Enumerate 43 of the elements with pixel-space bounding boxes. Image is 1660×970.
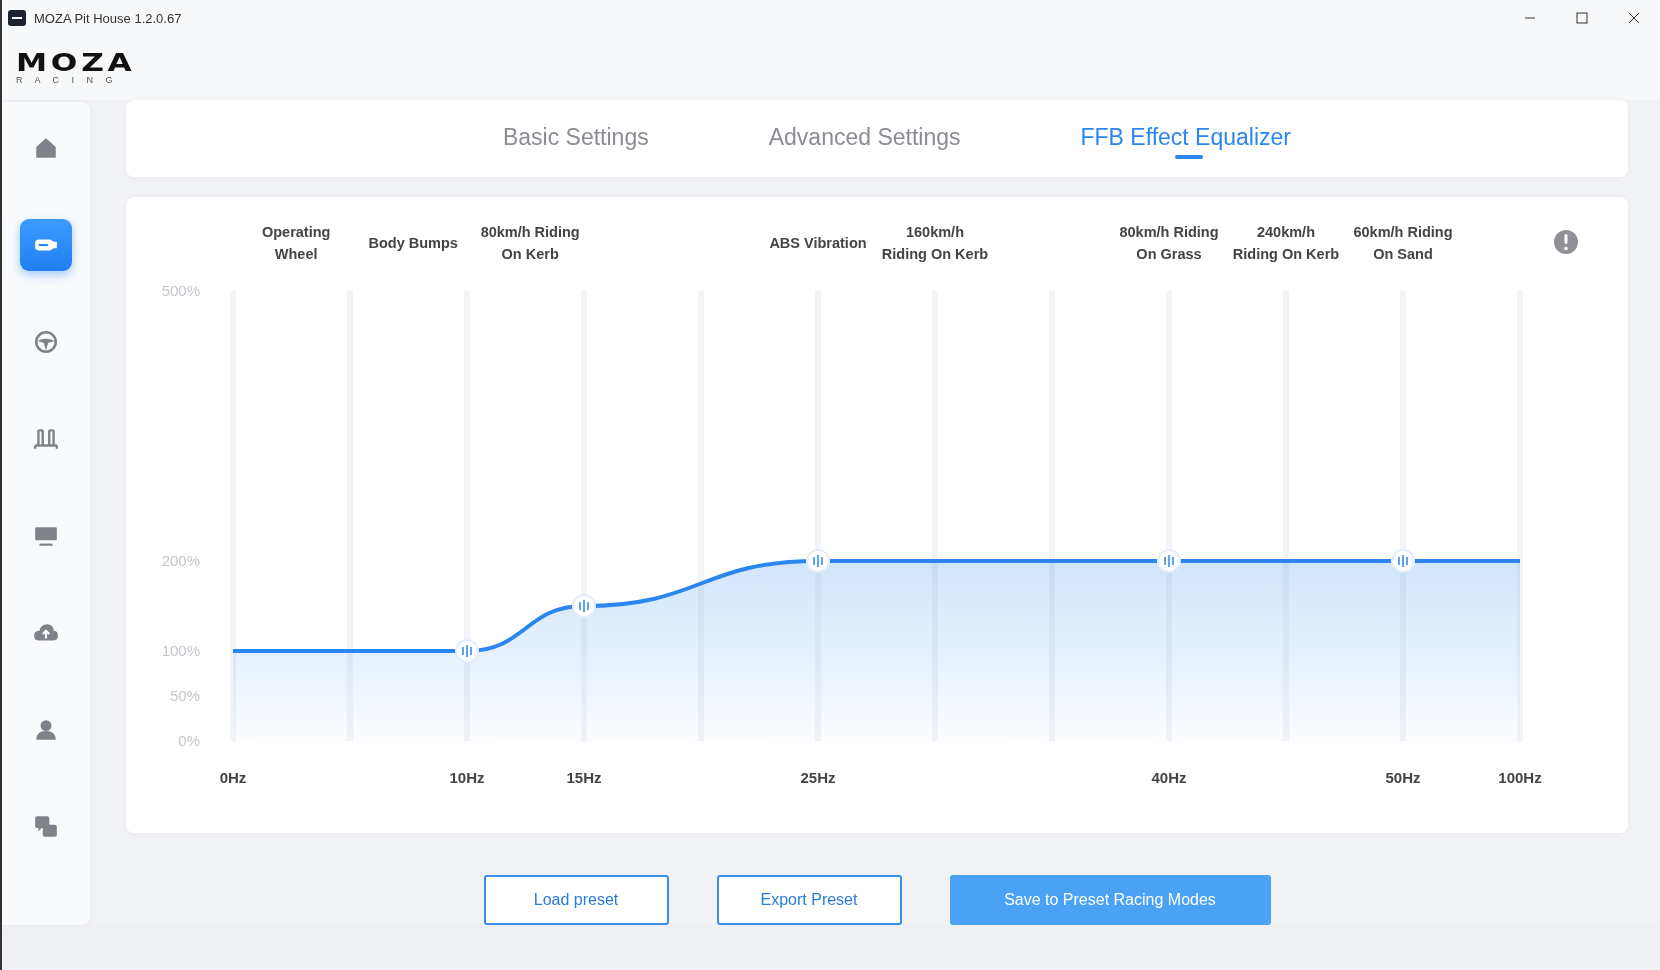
slider-handle[interactable] bbox=[455, 639, 479, 663]
preset-button[interactable]: Load preset bbox=[483, 875, 669, 925]
info-icon[interactable] bbox=[1554, 230, 1578, 254]
app-icon bbox=[8, 10, 26, 26]
save-button[interactable]: Save to Preset Racing Modes bbox=[949, 875, 1271, 925]
logo-wordmark: MOZA bbox=[16, 50, 136, 76]
x-axis-label: 40Hz bbox=[1151, 769, 1187, 786]
tab[interactable]: Advanced Settings bbox=[768, 116, 961, 161]
y-axis-label: 0% bbox=[178, 732, 200, 749]
band-label: Body Bumps bbox=[368, 235, 458, 251]
x-axis-label: 10Hz bbox=[449, 769, 485, 786]
y-axis-label: 500% bbox=[161, 282, 200, 299]
band-label: 240km/h Riding On Kerb bbox=[1232, 224, 1340, 262]
slider-handle[interactable] bbox=[1391, 549, 1415, 573]
band-label: 160km/h Riding On Kerb bbox=[881, 224, 989, 262]
y-axis-label: 50% bbox=[169, 687, 200, 704]
pedals-icon bbox=[33, 426, 59, 452]
maximize-icon bbox=[1576, 12, 1588, 24]
x-axis-label: 25Hz bbox=[800, 769, 836, 786]
slider-handle[interactable] bbox=[1157, 549, 1181, 573]
steering-wheel-icon bbox=[33, 329, 59, 355]
x-axis-label: 100Hz bbox=[1498, 769, 1542, 786]
x-axis-label: 15Hz bbox=[566, 769, 602, 786]
band-label: Operating Wheel bbox=[261, 224, 331, 262]
slider-handle[interactable] bbox=[806, 549, 830, 573]
user-icon bbox=[33, 717, 59, 743]
band-label: 80km/h Riding On Grass bbox=[1119, 224, 1219, 262]
chat-icon bbox=[33, 814, 59, 840]
close-icon bbox=[1628, 12, 1640, 24]
x-axis-label: 50Hz bbox=[1385, 769, 1421, 786]
slider-handle[interactable] bbox=[572, 594, 596, 618]
preset-button[interactable]: Export Preset bbox=[716, 875, 902, 925]
sidebar-item[interactable] bbox=[20, 219, 72, 271]
y-axis-label: 100% bbox=[161, 642, 200, 659]
band-label: ABS Vibration bbox=[769, 235, 867, 251]
tab[interactable]: FFB Effect Equalizer bbox=[1080, 116, 1291, 161]
window-title: MOZA Pit House 1.2.0.67 bbox=[34, 10, 183, 26]
x-axis-label: 0Hz bbox=[219, 769, 247, 786]
band-label: 80km/h Riding On Kerb bbox=[480, 224, 580, 262]
band-label: 60km/h Riding On Sand bbox=[1353, 224, 1453, 262]
logo-tagline: R A C I N G bbox=[16, 75, 118, 86]
y-axis-label: 200% bbox=[161, 552, 200, 569]
tab[interactable]: Basic Settings bbox=[502, 116, 649, 161]
